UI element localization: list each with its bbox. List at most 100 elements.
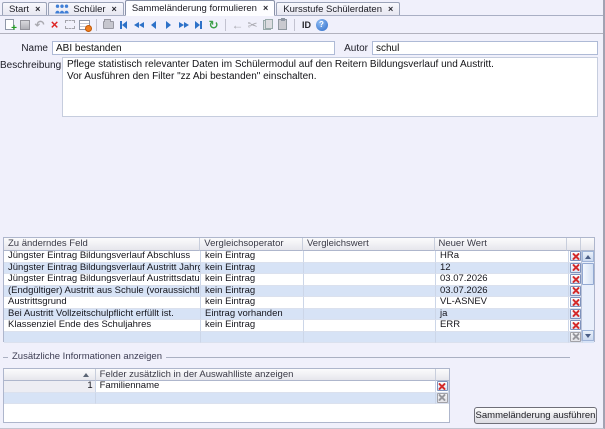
cell-operator[interactable] — [201, 332, 304, 344]
tab-schueler[interactable]: Schüler × — [48, 2, 123, 15]
tab-close-icon[interactable]: × — [112, 4, 117, 14]
table-row[interactable]: Austrittsgrundkein Eintrag VL-ASNEV — [4, 297, 594, 309]
cell-field[interactable]: Klassenziel Ende des Schuljahres — [4, 320, 201, 332]
tab-kursstufe-schuelerdaten[interactable]: Kursstufe Schülerdaten × — [276, 2, 400, 15]
refresh-icon[interactable]: ↻ — [206, 17, 221, 32]
table-row[interactable] — [4, 393, 449, 405]
cell-compare-value[interactable] — [304, 309, 436, 321]
delete-row-button[interactable] — [570, 332, 581, 342]
cell-new-value[interactable]: VL-ASNEV — [436, 297, 569, 309]
cell-field[interactable]: Jüngster Eintrag Bildungsverlauf Austrit… — [4, 263, 201, 275]
table-row[interactable]: (Endgültiger) Austritt aus Schule (vorau… — [4, 286, 594, 298]
tab-close-icon[interactable]: × — [263, 3, 268, 13]
nav-first-icon[interactable] — [116, 17, 131, 32]
delete-record-icon[interactable]: × — [47, 17, 62, 32]
delete-row-button[interactable] — [437, 381, 448, 391]
delete-row-button[interactable] — [570, 286, 581, 296]
table-row[interactable] — [4, 332, 594, 344]
cell-operator[interactable]: kein Eintrag — [201, 274, 304, 286]
delete-row-button[interactable] — [570, 274, 581, 284]
nav-fast-back-icon[interactable] — [131, 17, 146, 32]
cell-compare-value[interactable] — [304, 297, 436, 309]
cell-new-value[interactable]: HRa — [436, 251, 569, 263]
cell-extra-field[interactable]: Familienname — [96, 381, 436, 393]
execute-bulk-change-button[interactable]: Sammeländerung ausführen — [474, 407, 597, 424]
autor-input[interactable] — [372, 41, 598, 55]
cell-compare-value[interactable] — [304, 286, 436, 298]
delete-row-button[interactable] — [570, 251, 581, 261]
scroll-up-icon[interactable] — [582, 251, 594, 262]
cell-row-number[interactable] — [4, 393, 96, 405]
grid-options-icon[interactable] — [77, 17, 92, 32]
cell-operator[interactable]: kein Eintrag — [201, 297, 304, 309]
cell-compare-value[interactable] — [304, 274, 436, 286]
cut-icon[interactable]: ✂ — [245, 17, 260, 32]
tab-close-icon[interactable]: × — [35, 4, 40, 14]
delete-row-button[interactable] — [437, 393, 448, 403]
copy-icon[interactable] — [260, 17, 275, 32]
cell-field[interactable]: Jüngster Eintrag Bildungsverlauf Abschlu… — [4, 251, 201, 263]
back-arrow-icon[interactable]: ← — [230, 17, 245, 32]
table-row[interactable]: 1Familienname — [4, 381, 449, 393]
x-icon — [439, 383, 446, 390]
cell-new-value[interactable]: 03.07.2026 — [436, 274, 569, 286]
column-header[interactable]: Vergleichsoperator — [200, 238, 303, 251]
batch-icon[interactable] — [101, 17, 116, 32]
cell-compare-value[interactable] — [304, 263, 436, 275]
cell-field[interactable] — [4, 332, 201, 344]
cell-operator[interactable]: kein Eintrag — [201, 286, 304, 298]
column-header[interactable]: Vergleichswert — [303, 238, 435, 251]
cell-new-value[interactable]: ja — [436, 309, 569, 321]
table-row[interactable]: Bei Austritt Vollzeitschulpflicht erfüll… — [4, 309, 594, 321]
delete-row-button[interactable] — [570, 297, 581, 307]
cell-compare-value[interactable] — [304, 320, 436, 332]
help-icon[interactable]: ? — [314, 17, 329, 32]
cell-new-value[interactable]: 03.07.2026 — [436, 286, 569, 298]
row-number-column-header[interactable] — [4, 369, 96, 381]
cell-extra-field[interactable] — [96, 393, 436, 405]
cell-operator[interactable]: kein Eintrag — [201, 263, 304, 275]
scrollbar-thumb[interactable] — [582, 263, 594, 285]
nav-back-icon[interactable] — [146, 17, 161, 32]
add-record-icon[interactable]: + — [2, 17, 17, 32]
save-icon[interactable] — [17, 17, 32, 32]
beschreibung-line: Pflege statistisch relevanter Daten im S… — [67, 59, 593, 71]
beschreibung-textarea[interactable]: Pflege statistisch relevanter Daten im S… — [62, 57, 598, 117]
scroll-down-icon[interactable] — [582, 330, 594, 341]
cell-operator[interactable]: kein Eintrag — [201, 251, 304, 263]
cell-field[interactable]: Jüngster Eintrag Bildungsverlauf Austrit… — [4, 274, 201, 286]
id-button[interactable]: ID — [299, 17, 314, 32]
select-record-icon[interactable] — [62, 17, 77, 32]
tab-sammelaenderung-formulieren[interactable]: Sammeländerung formulieren × — [125, 0, 275, 16]
delete-row-button[interactable] — [570, 309, 581, 319]
delete-row-button[interactable] — [570, 320, 581, 330]
column-header[interactable]: Zu änderndes Feld — [4, 238, 200, 251]
nav-last-icon[interactable] — [191, 17, 206, 32]
delete-row-button[interactable] — [570, 263, 581, 273]
table-row[interactable]: Jüngster Eintrag Bildungsverlauf Abschlu… — [4, 251, 594, 263]
nav-fast-forward-icon[interactable] — [176, 17, 191, 32]
undo-icon[interactable]: ↶ — [32, 17, 47, 32]
paste-icon[interactable] — [275, 17, 290, 32]
cell-new-value[interactable]: 12 — [436, 263, 569, 275]
cell-field[interactable]: Bei Austritt Vollzeitschulpflicht erfüll… — [4, 309, 201, 321]
table-row[interactable]: Klassenziel Ende des Schuljahreskein Ein… — [4, 320, 594, 332]
table-row[interactable]: Jüngster Eintrag Bildungsverlauf Austrit… — [4, 274, 594, 286]
cell-operator[interactable]: Eintrag vorhanden — [201, 309, 304, 321]
nav-forward-icon[interactable] — [161, 17, 176, 32]
table-row[interactable]: Jüngster Eintrag Bildungsverlauf Austrit… — [4, 263, 594, 275]
tab-close-icon[interactable]: × — [388, 4, 393, 14]
cell-compare-value[interactable] — [304, 251, 436, 263]
cell-field[interactable]: (Endgültiger) Austritt aus Schule (vorau… — [4, 286, 201, 298]
cell-compare-value[interactable] — [304, 332, 436, 344]
column-header[interactable]: Felder zusätzlich in der Auswahlliste an… — [96, 369, 436, 381]
cell-new-value[interactable] — [436, 332, 569, 344]
cell-field[interactable]: Austrittsgrund — [4, 297, 201, 309]
tab-start[interactable]: Start × — [2, 2, 47, 15]
cell-operator[interactable]: kein Eintrag — [201, 320, 304, 332]
column-header[interactable]: Neuer Wert — [435, 238, 568, 251]
name-input[interactable] — [52, 41, 335, 55]
cell-row-number[interactable]: 1 — [4, 381, 96, 393]
vertical-scrollbar[interactable] — [581, 251, 594, 341]
cell-new-value[interactable]: ERR — [436, 320, 569, 332]
